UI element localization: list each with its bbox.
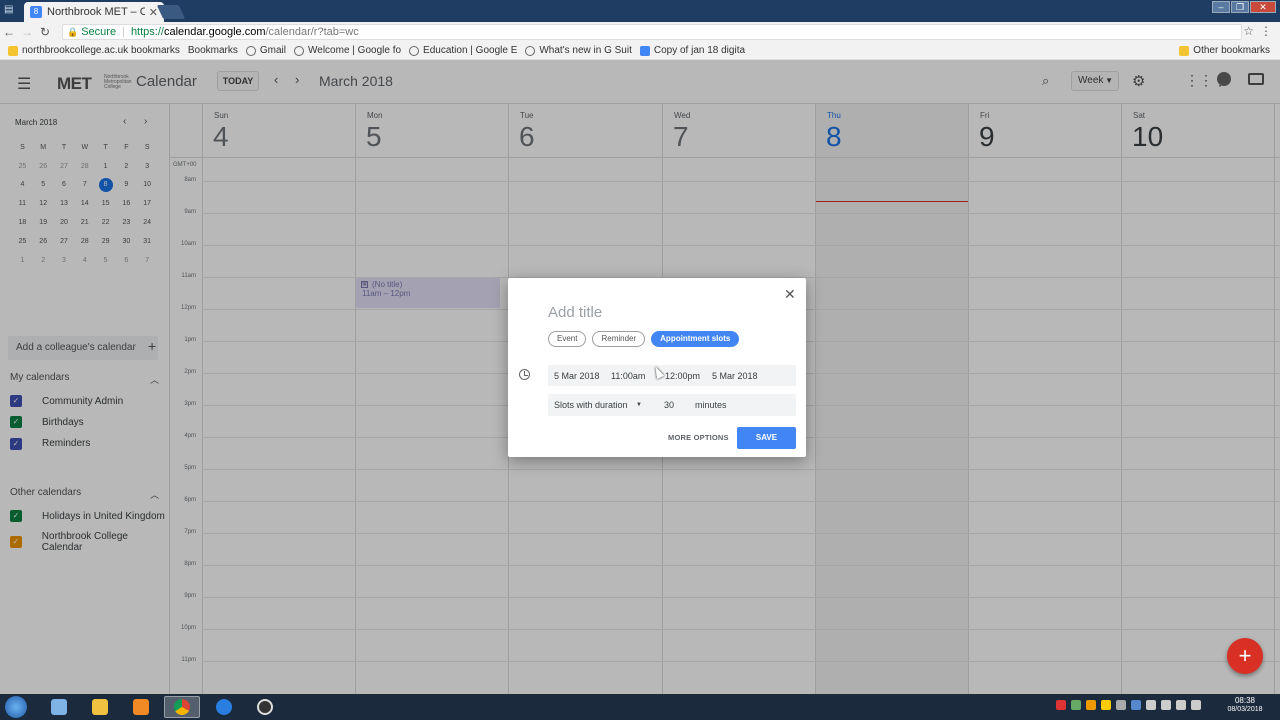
tray-icon[interactable]: [1056, 700, 1066, 710]
bookmark-item[interactable]: Gmail: [245, 45, 287, 56]
tray-icon[interactable]: [1071, 700, 1081, 710]
bookmark-item[interactable]: Education | Google E: [409, 45, 517, 56]
browser-menu-icon[interactable]: ⋮: [1260, 24, 1272, 38]
reload-icon[interactable]: ↻: [36, 25, 54, 39]
taskbar-app[interactable]: [247, 696, 283, 718]
secure-label: Secure: [81, 26, 117, 38]
google-icon: [245, 45, 256, 56]
tray-icon[interactable]: [1131, 700, 1141, 710]
slots-type-select[interactable]: Slots with duration: [554, 400, 628, 410]
tray-icon[interactable]: [1116, 700, 1126, 710]
create-event-fab[interactable]: +: [1227, 638, 1263, 674]
caret-down-icon[interactable]: ▼: [636, 402, 642, 408]
window-menu-icon[interactable]: ▤: [4, 4, 18, 16]
duration-input[interactable]: 30: [664, 400, 674, 410]
taskbar-app[interactable]: [82, 696, 118, 718]
chip-reminder[interactable]: Reminder: [592, 331, 646, 347]
bookmarks-bar: northbrookcollege.ac.uk bookmarks ★Bookm…: [0, 42, 1280, 75]
obs-icon: [257, 699, 273, 715]
bookmark-item[interactable]: Welcome | Google fo: [294, 45, 401, 56]
bookmark-label: Bookmarks: [187, 45, 238, 56]
ie-icon: [216, 699, 232, 715]
taskbar-app[interactable]: [206, 696, 242, 718]
address-separator: |: [122, 26, 125, 38]
other-bookmarks[interactable]: Other bookmarks: [1179, 45, 1270, 56]
back-icon[interactable]: ←: [0, 25, 18, 39]
more-options-button[interactable]: MORE OPTIONS: [668, 433, 729, 442]
minimize-button[interactable]: –: [1212, 1, 1230, 13]
chip-appointment-slots[interactable]: Appointment slots: [651, 331, 740, 347]
browser-tab-strip: ▤ 8 Northbrook MET – Calen ✕ – ❐ ✕: [0, 0, 1280, 22]
lock-icon: 🔒: [67, 26, 79, 37]
clock-icon: [519, 369, 530, 380]
forward-icon[interactable]: →: [18, 25, 36, 39]
tray-icon[interactable]: [1101, 700, 1111, 710]
folder-icon: [8, 45, 18, 56]
taskbar-app-chrome[interactable]: [164, 696, 200, 718]
browser-toolbar: ← → ↻ 🔒 Secure | https:// calendar.googl…: [0, 22, 1280, 42]
chrome-icon: [174, 699, 190, 715]
bookmark-item[interactable]: What's new in G Suit: [525, 45, 632, 56]
tray-icon[interactable]: [1176, 700, 1186, 710]
windows-taskbar: 08:38 08/03/2018: [0, 694, 1280, 720]
google-icon: [409, 45, 420, 56]
bookmark-item[interactable]: ★Bookmarks: [187, 45, 1249, 75]
bookmark-item[interactable]: Copy of jan 18 digita: [639, 45, 746, 56]
bookmark-label: Copy of jan 18 digita: [653, 45, 746, 56]
end-time-field[interactable]: 12:00pm: [665, 371, 700, 381]
window-close-button[interactable]: ✕: [1250, 1, 1276, 13]
bookmark-label: Welcome | Google fo: [308, 45, 402, 56]
google-icon: [294, 45, 305, 56]
tray-icon[interactable]: [1146, 700, 1156, 710]
duration-unit: minutes: [695, 400, 727, 410]
start-date-field[interactable]: 5 Mar 2018: [554, 371, 600, 381]
folder-icon: [92, 699, 108, 715]
tab-title: Northbrook MET – Calen: [47, 6, 145, 18]
taskbar-time[interactable]: 08:38: [1232, 696, 1258, 705]
taskbar-app[interactable]: [41, 696, 77, 718]
folder-icon: [1179, 45, 1190, 56]
tray-icon[interactable]: [1191, 700, 1201, 710]
bookmark-label: What's new in G Suit: [539, 45, 632, 56]
tab-close-icon[interactable]: ✕: [149, 6, 158, 19]
event-type-chips: Event Reminder Appointment slots: [548, 331, 740, 347]
tray-icon[interactable]: [1161, 700, 1171, 710]
bookmark-star-icon[interactable]: ☆: [1243, 24, 1254, 38]
window-controls: – ❐ ✕: [1212, 1, 1276, 13]
start-button[interactable]: [5, 696, 27, 718]
url-protocol: https://: [130, 26, 164, 38]
system-tray: [1056, 700, 1201, 710]
end-date-field[interactable]: 5 Mar 2018: [712, 371, 758, 381]
google-icon: [525, 45, 536, 56]
bookmark-label: Other bookmarks: [1193, 45, 1270, 56]
url-path: /calendar/r?tab=wc: [265, 26, 359, 38]
notepad-icon: [51, 699, 67, 715]
date-time-row: 5 Mar 2018 11:00am – 12:00pm 5 Mar 2018: [548, 365, 796, 386]
bookmark-label: Education | Google E: [423, 45, 518, 56]
tray-icon[interactable]: [1086, 700, 1096, 710]
outlook-icon: [133, 699, 149, 715]
url-host: calendar.google.com: [163, 26, 266, 38]
bookmark-label: northbrookcollege.ac.uk bookmarks: [22, 45, 180, 56]
bookmark-label: Gmail: [259, 45, 287, 56]
start-time-field[interactable]: 11:00am: [611, 371, 645, 381]
browser-tab[interactable]: 8 Northbrook MET – Calen ✕: [24, 2, 164, 22]
taskbar-date[interactable]: 08/03/2018: [1224, 706, 1266, 713]
chip-event[interactable]: Event: [548, 331, 587, 347]
close-icon[interactable]: ✕: [784, 286, 796, 303]
address-bar[interactable]: 🔒 Secure | https:// calendar.google.com …: [62, 24, 1242, 40]
save-button[interactable]: SAVE: [737, 427, 796, 449]
calendar-favicon-icon: 8: [30, 6, 42, 18]
taskbar-app[interactable]: [123, 696, 159, 718]
doc-icon: [639, 45, 650, 56]
title-input[interactable]: Add title: [548, 304, 602, 321]
slots-row: Slots with duration ▼ 30 minutes: [548, 394, 796, 416]
restore-button[interactable]: ❐: [1231, 1, 1249, 13]
bookmark-item[interactable]: northbrookcollege.ac.uk bookmarks: [8, 45, 180, 56]
